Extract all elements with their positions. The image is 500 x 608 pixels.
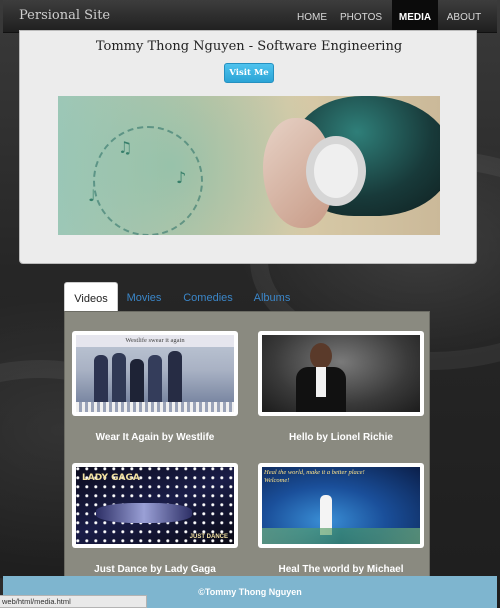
- thumbnail-caption: Heal the world, make it a better place! …: [264, 469, 365, 484]
- video-title[interactable]: Heal The world by Michael: [258, 564, 424, 575]
- thumbnail-caption: LADY GAGA: [82, 473, 140, 483]
- figure-graphic: [130, 359, 144, 405]
- figure-graphic: [96, 503, 192, 523]
- nav-item-media[interactable]: MEDIA: [392, 0, 438, 33]
- figure-graphic: [168, 351, 182, 405]
- video-card[interactable]: Heal the world, make it a better place! …: [258, 463, 424, 548]
- video-title[interactable]: Wear It Again by Westlife: [72, 432, 238, 443]
- thumbnail-caption: JUST DANCE: [189, 534, 228, 540]
- music-note-icon: ♫: [118, 138, 133, 157]
- video-thumbnail[interactable]: LADY GAGA JUST DANCE: [76, 467, 234, 544]
- thumbnail-caption: Westlife swear it again: [76, 335, 234, 347]
- video-thumbnail[interactable]: [262, 335, 420, 412]
- globe-graphic: [262, 528, 420, 544]
- status-bar-url: web/html/media.html: [0, 595, 147, 608]
- tab-albums[interactable]: Albums: [250, 282, 294, 312]
- music-note-icon: ♩: [88, 186, 96, 205]
- video-card[interactable]: [258, 331, 424, 416]
- video-thumbnail[interactable]: Westlife swear it again: [76, 335, 234, 412]
- headphone-graphic: [306, 136, 366, 206]
- media-tabs: Videos Movies Comedies Albums: [64, 282, 430, 312]
- railing-graphic: [76, 402, 234, 412]
- nav-item-home[interactable]: HOME: [289, 0, 335, 33]
- music-ring-graphic: [93, 126, 203, 235]
- music-note-icon: ♪: [176, 168, 187, 187]
- tab-comedies[interactable]: Comedies: [180, 282, 236, 312]
- nav-item-about[interactable]: ABOUT: [440, 0, 488, 33]
- video-card[interactable]: LADY GAGA JUST DANCE: [72, 463, 238, 548]
- page-background: Persional Site HOME PHOTOS MEDIA ABOUT T…: [0, 0, 500, 608]
- site-brand[interactable]: Persional Site: [19, 8, 110, 23]
- hero-panel: Tommy Thong Nguyen - Software Engineerin…: [19, 30, 477, 264]
- hero-banner-image: ♫ ♪ ♩: [58, 96, 440, 235]
- figure-graphic: [148, 355, 162, 405]
- shirt-graphic: [316, 367, 326, 397]
- tab-movies[interactable]: Movies: [124, 282, 164, 312]
- video-thumbnail[interactable]: Heal the world, make it a better place! …: [262, 467, 420, 544]
- top-navbar: Persional Site HOME PHOTOS MEDIA ABOUT: [3, 0, 497, 33]
- figure-graphic: [112, 353, 126, 405]
- head-graphic: [310, 343, 332, 369]
- video-title[interactable]: Just Dance by Lady Gaga: [72, 564, 238, 575]
- figure-graphic: [94, 355, 108, 405]
- visit-me-button[interactable]: Visit Me: [224, 63, 274, 83]
- video-title[interactable]: Hello by Lionel Richie: [258, 432, 424, 443]
- video-card[interactable]: Westlife swear it again: [72, 331, 238, 416]
- nav-item-photos[interactable]: PHOTOS: [336, 0, 386, 33]
- videos-panel: Westlife swear it again Wear It Again by…: [64, 311, 430, 577]
- tab-videos[interactable]: Videos: [64, 282, 118, 312]
- page-title: Tommy Thong Nguyen - Software Engineerin…: [95, 39, 403, 54]
